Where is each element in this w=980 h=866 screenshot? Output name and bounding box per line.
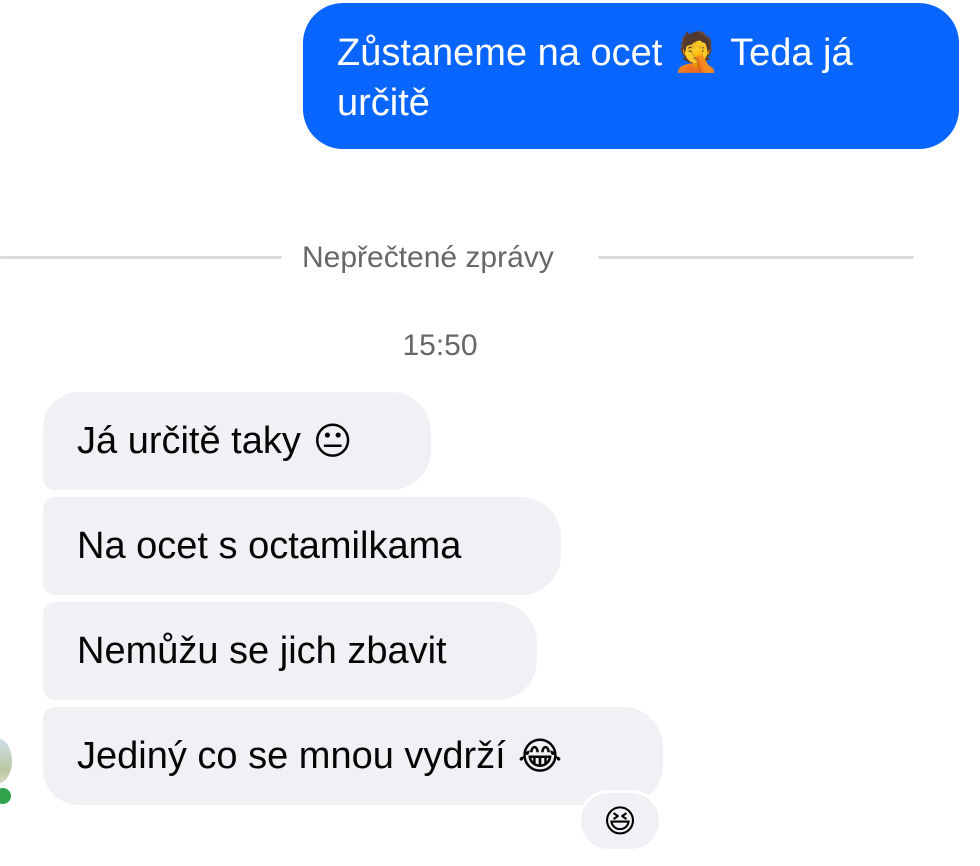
received-message-bubble[interactable]: Nemůžu se jich zbavit bbox=[43, 602, 537, 700]
message-text: Na ocet s octamilkama bbox=[77, 525, 462, 567]
unread-divider-label: Nepřečtené zprávy bbox=[302, 241, 554, 274]
message-reaction[interactable]: 😆 bbox=[578, 790, 662, 852]
divider-line-right bbox=[598, 256, 914, 259]
message-text: Já určitě taky bbox=[77, 420, 301, 462]
message-text: Zůstaneme na ocet bbox=[337, 32, 663, 74]
neutral-face-emoji-icon: 😐 bbox=[312, 419, 353, 463]
message-text: Jediný co se mnou vydrží bbox=[77, 735, 506, 777]
contact-avatar-icon[interactable] bbox=[0, 738, 12, 784]
received-message-bubble[interactable]: Já určitě taky 😐 bbox=[43, 392, 431, 490]
online-status-icon bbox=[0, 785, 14, 807]
received-message-bubble[interactable]: Na ocet s octamilkama bbox=[43, 497, 561, 595]
tears-of-joy-emoji-icon: 😂 bbox=[517, 734, 563, 778]
received-message-bubble[interactable]: Jediný co se mnou vydrží 😂 bbox=[43, 707, 663, 805]
message-text: Nemůžu se jich zbavit bbox=[77, 630, 447, 672]
laughing-emoji-icon: 😆 bbox=[603, 802, 637, 840]
sent-message-bubble[interactable]: Zůstaneme na ocet 🤦 Teda já určitě bbox=[303, 3, 959, 149]
facepalm-emoji-icon: 🤦 bbox=[672, 30, 721, 74]
divider-line-left bbox=[0, 256, 282, 259]
message-timestamp: 15:50 bbox=[402, 329, 478, 362]
